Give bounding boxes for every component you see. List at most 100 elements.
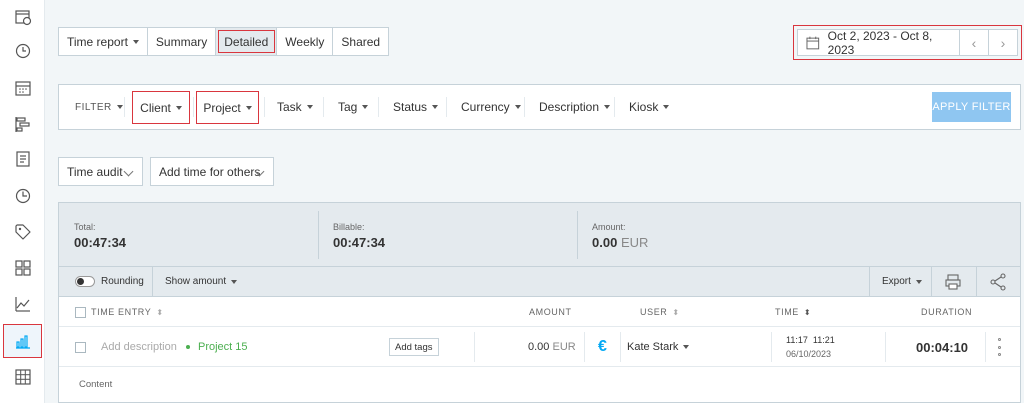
tab-detailed[interactable]: Detailed — [216, 28, 278, 55]
grid-icon — [14, 260, 31, 276]
add-time-for-others-dropdown[interactable]: Add time for others — [150, 157, 274, 186]
show-amount-dropdown[interactable]: Show amount — [165, 267, 238, 296]
date-prev-button[interactable]: ‹ — [959, 30, 988, 55]
date-next-button[interactable]: › — [988, 30, 1017, 55]
reports-icon — [15, 335, 30, 349]
time-range-value: 11:17 11:21 — [786, 335, 835, 345]
project-picker[interactable]: Project 15 — [186, 327, 248, 367]
tab-weekly[interactable]: Weekly — [277, 28, 334, 55]
share-icon[interactable] — [988, 272, 1008, 292]
sidebar-item-time-tracker[interactable] — [0, 34, 45, 68]
total-label: Total: — [74, 222, 96, 232]
sort-active-icon: ⬍ — [803, 307, 812, 317]
date-range-field[interactable]: Oct 2, 2023 - Oct 8, 2023 — [798, 28, 959, 57]
sidebar-item-table[interactable] — [0, 360, 45, 394]
billable-label: Billable: — [333, 222, 365, 232]
filter-menu[interactable]: FILTER — [75, 85, 123, 129]
add-tags-button[interactable]: Add tags — [389, 338, 439, 356]
caret-down-icon — [683, 345, 690, 349]
time-audit-dropdown[interactable]: Time audit — [58, 157, 143, 186]
caret-down-icon — [432, 105, 439, 109]
caret-down-icon — [245, 105, 252, 110]
caret-down-icon — [514, 105, 521, 109]
content-label: Content — [79, 379, 113, 390]
gantt-icon — [14, 117, 30, 132]
billable-euro-icon[interactable]: € — [598, 327, 607, 367]
sort-icon: ⬍ — [672, 307, 680, 317]
table-header: TIME ENTRY ⬍ AMOUNT USER ⬍ TIME ⬍ DURATION — [59, 297, 1020, 327]
rounding-label: Rounding — [101, 276, 144, 287]
duration-value[interactable]: 00:04:10 — [916, 327, 968, 367]
caret-down-icon — [231, 279, 238, 284]
sidebar-item-reports[interactable] — [3, 324, 42, 358]
filter-bar: FILTER Client Project Task Tag Status Cu… — [58, 84, 1021, 130]
tab-summary[interactable]: Summary — [148, 28, 217, 55]
filter-description[interactable]: Description — [539, 85, 611, 129]
apply-filter-button[interactable]: APPLY FILTER — [932, 92, 1011, 122]
amount-value: 0.00 EUR — [592, 235, 649, 250]
tab-shared[interactable]: Shared — [333, 28, 388, 55]
calendar-clock-icon — [14, 10, 31, 26]
filter-tag[interactable]: Tag — [338, 85, 369, 129]
filter-task[interactable]: Task — [277, 85, 313, 129]
analytics-icon — [14, 297, 30, 312]
calendar-icon — [806, 36, 820, 49]
detailed-report-table: TIME ENTRY ⬍ AMOUNT USER ⬍ TIME ⬍ DURATION … — [58, 297, 1021, 403]
header-amount[interactable]: AMOUNT — [529, 297, 572, 327]
sidebar-item-time-off[interactable] — [0, 179, 45, 213]
tab-time-report[interactable]: Time report — [59, 28, 148, 55]
export-dropdown[interactable]: Export — [882, 267, 922, 296]
caret-down-icon — [663, 105, 670, 109]
time-range[interactable]: 11:17 11:21 06/10/2023 — [786, 333, 835, 361]
caret-down-icon — [915, 279, 922, 284]
sidebar-item-dashboard[interactable] — [0, 251, 45, 285]
sidebar-item-timesheet[interactable] — [0, 142, 45, 176]
filter-status[interactable]: Status — [393, 85, 439, 129]
filter-currency[interactable]: Currency — [461, 85, 521, 129]
amount-label: Amount: — [592, 222, 626, 232]
filter-kiosk[interactable]: Kiosk — [629, 85, 670, 129]
caret-down-icon — [306, 105, 313, 109]
table-row: Add description Project 15 Add tags 0.00… — [59, 327, 1020, 367]
report-toolbar: Rounding Show amount Export — [58, 267, 1021, 297]
caret-down-icon — [116, 105, 123, 109]
date-range-label: Oct 2, 2023 - Oct 8, 2023 — [827, 28, 933, 57]
clock-icon — [15, 43, 30, 59]
summary-panel: Total: 00:47:34 Billable: 00:47:34 Amoun… — [58, 202, 1021, 267]
row-checkbox[interactable] — [75, 342, 86, 353]
report-type-tabs: Time report Summary Detailed Weekly Shar… — [58, 27, 390, 56]
billable-value: 00:47:34 — [333, 235, 386, 250]
print-icon[interactable] — [943, 272, 963, 292]
entry-date: 06/10/2023 — [786, 349, 832, 359]
total-value: 00:47:34 — [74, 235, 127, 250]
description-input[interactable]: Add description — [101, 327, 177, 367]
rounding-toggle[interactable] — [75, 276, 95, 287]
time-off-icon — [15, 188, 30, 204]
sidebar-item-schedule[interactable] — [0, 107, 45, 141]
filter-project[interactable]: Project — [196, 91, 259, 124]
filter-client[interactable]: Client — [132, 91, 190, 124]
header-duration[interactable]: DURATION — [921, 297, 972, 327]
chevron-down-icon — [123, 166, 134, 177]
calendar-icon — [14, 81, 31, 96]
project-color-dot — [186, 345, 190, 349]
caret-down-icon — [132, 39, 139, 44]
sidebar-item-analytics[interactable] — [0, 287, 45, 321]
select-all-checkbox[interactable] — [75, 307, 86, 318]
table-icon — [14, 369, 31, 385]
sidebar-item-tags[interactable] — [0, 215, 45, 249]
caret-down-icon — [604, 105, 611, 109]
header-time-entry[interactable]: TIME ENTRY ⬍ — [91, 297, 164, 327]
sidebar-item-calendar-clock[interactable] — [0, 0, 45, 34]
tag-icon — [14, 224, 31, 240]
date-range-picker: Oct 2, 2023 - Oct 8, 2023 ‹ › — [793, 25, 1022, 60]
sidebar — [0, 0, 45, 403]
timesheet-icon — [15, 151, 30, 167]
caret-down-icon — [362, 105, 369, 109]
more-options-icon[interactable] — [997, 338, 1001, 356]
header-user[interactable]: USER ⬍ — [640, 297, 680, 327]
sidebar-item-calendar[interactable] — [0, 71, 45, 105]
caret-down-icon — [175, 105, 182, 110]
user-dropdown[interactable]: Kate Stark — [627, 327, 690, 367]
header-time[interactable]: TIME ⬍ — [775, 297, 811, 327]
